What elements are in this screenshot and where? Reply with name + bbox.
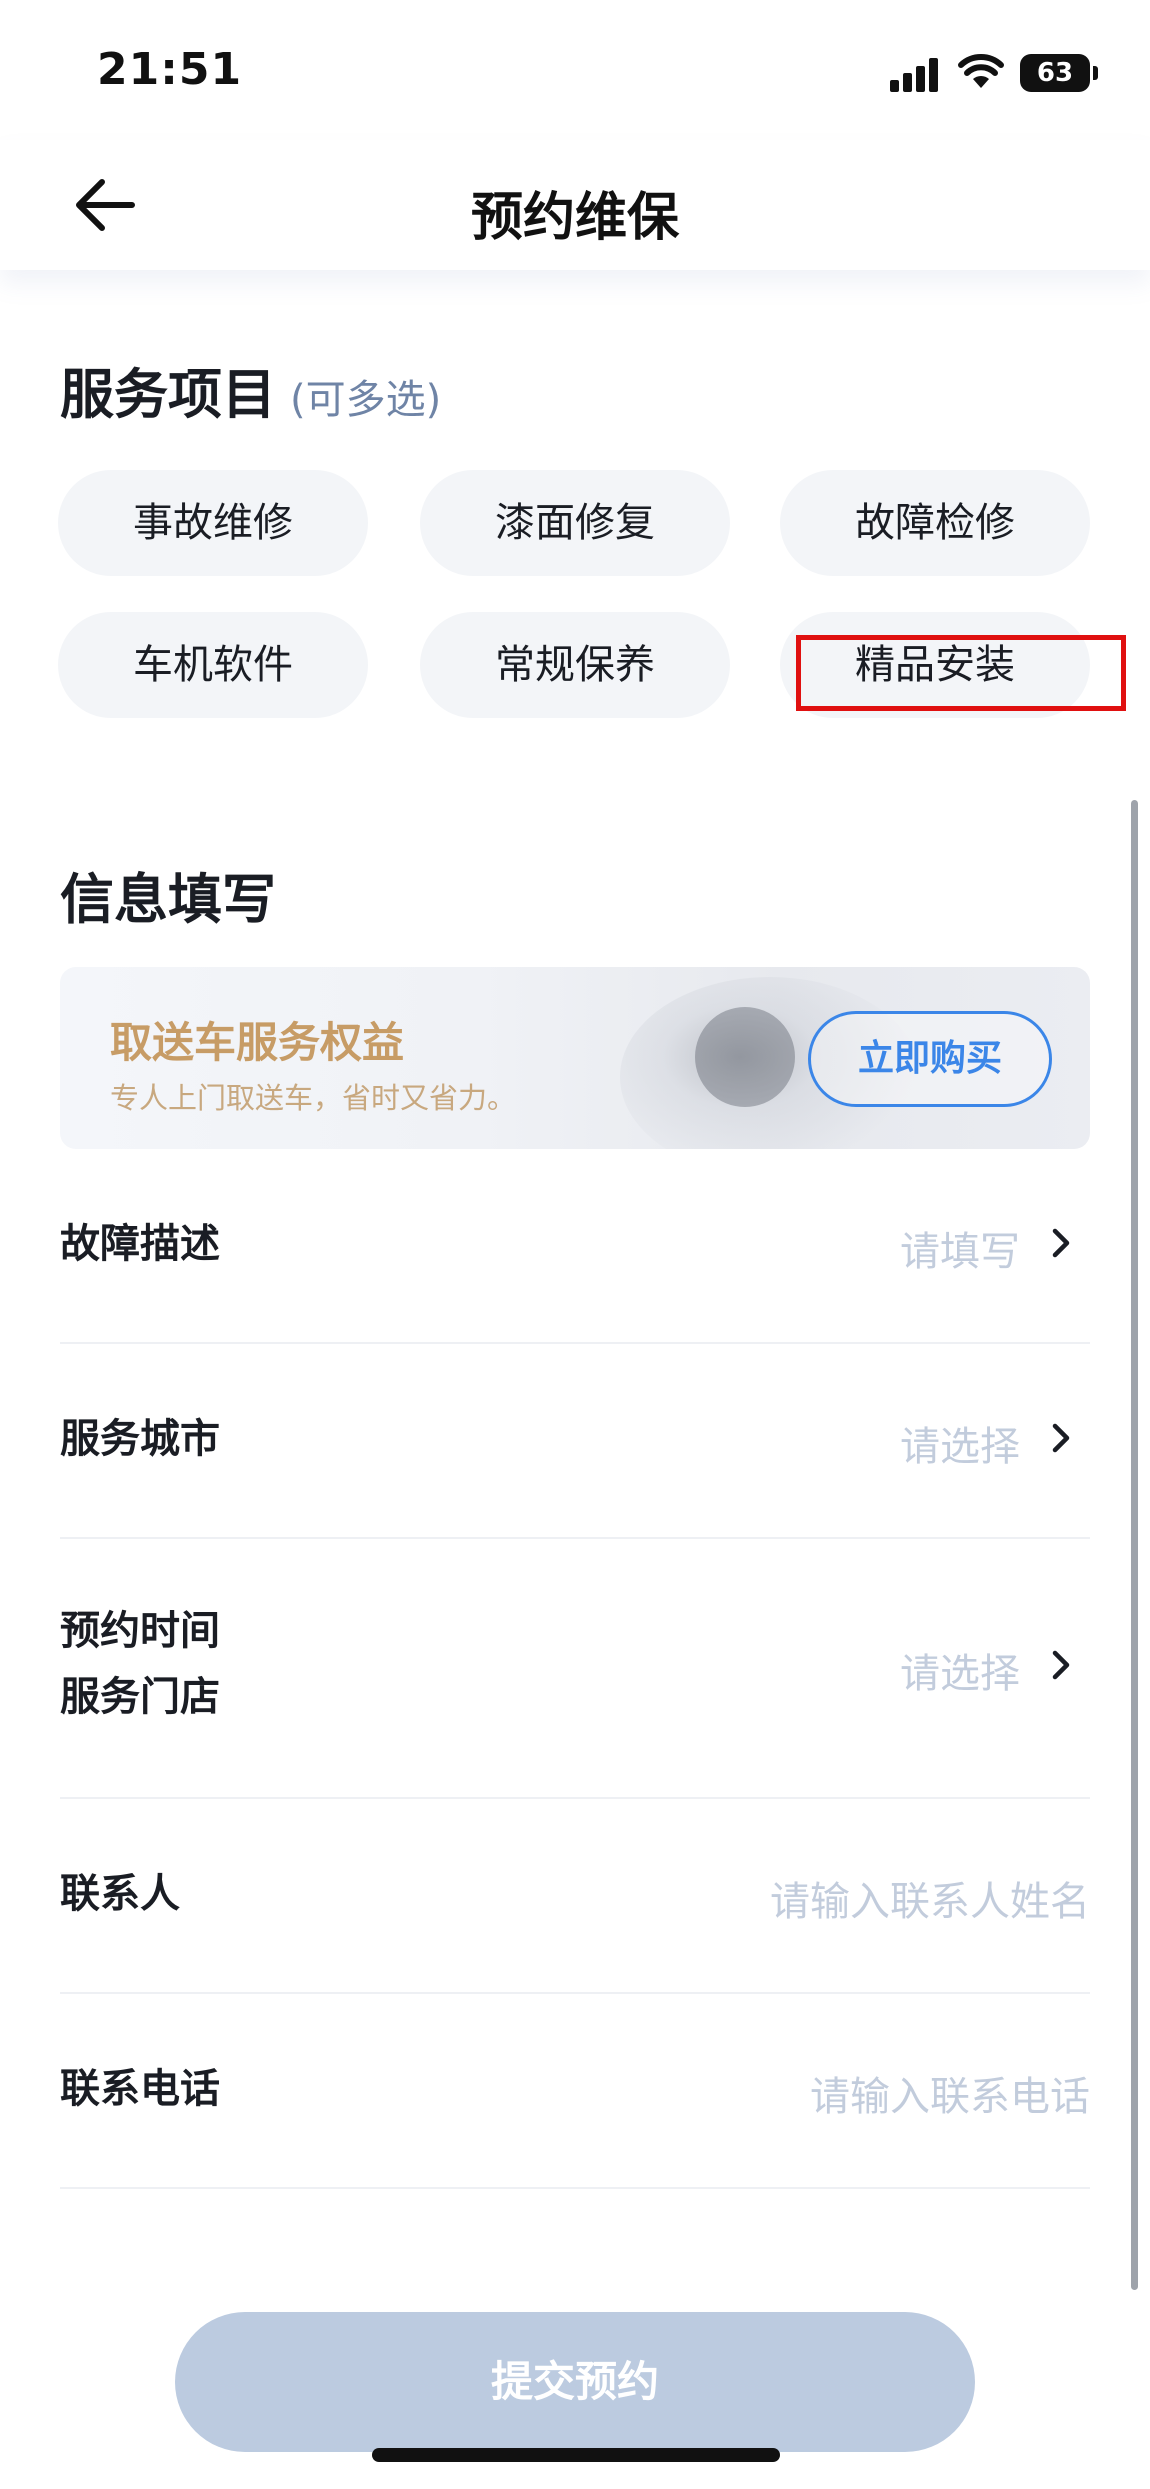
row-label-store: 服务门店 xyxy=(60,1674,220,1720)
form-row-contact-phone[interactable]: 联系电话 请输入联系电话 xyxy=(60,1994,1090,2189)
services-title: 服务项目 xyxy=(60,363,276,426)
nav-bar: 预约维保 xyxy=(0,140,1150,270)
steering-wheel-image xyxy=(695,1007,795,1107)
pickup-service-banner[interactable]: 取送车服务权益 专人上门取送车，省时又省力。 立即购买 xyxy=(60,967,1090,1149)
status-time: 21:51 xyxy=(97,44,243,95)
form-row-contact-name[interactable]: 联系人 请输入联系人姓名 xyxy=(60,1799,1090,1994)
contact-name-input[interactable]: 请输入联系人姓名 xyxy=(770,1869,1090,1927)
chevron-right-icon xyxy=(1052,1650,1070,1680)
home-indicator xyxy=(372,2448,780,2462)
wifi-icon xyxy=(958,54,1004,88)
row-label-time: 预约时间 xyxy=(60,1608,220,1654)
row-label: 联系人 xyxy=(60,1871,180,1917)
banner-title: 取送车服务权益 xyxy=(110,1018,405,1067)
row-label: 故障描述 xyxy=(60,1221,220,1267)
service-chip-accessory-install[interactable]: 精品安装 xyxy=(780,612,1090,718)
form-row-time-and-store[interactable]: 预约时间 服务门店 请选择 xyxy=(60,1539,1090,1799)
banner-subtitle: 专人上门取送车，省时又省力。 xyxy=(110,1081,517,1115)
info-section-title: 信息填写 xyxy=(60,868,276,931)
service-chip-paint-repair[interactable]: 漆面修复 xyxy=(420,470,730,576)
row-value: 请填写 xyxy=(900,1229,1020,1275)
cellular-signal-icon xyxy=(890,58,940,92)
row-value: 请选择 xyxy=(900,1424,1020,1470)
form-row-fault-description[interactable]: 故障描述 请填写 xyxy=(60,1149,1090,1344)
row-value: 请选择 xyxy=(900,1651,1020,1697)
multi-select-hint: (可多选) xyxy=(290,377,442,423)
status-bar: 21:51 63 xyxy=(0,0,1150,140)
row-label: 联系电话 xyxy=(60,2066,220,2112)
services-section-title: 服务项目 (可多选) xyxy=(60,350,441,429)
form-row-service-city[interactable]: 服务城市 请选择 xyxy=(60,1344,1090,1539)
service-chip-routine-maintenance[interactable]: 常规保养 xyxy=(420,612,730,718)
battery-icon: 63 xyxy=(1020,54,1098,92)
contact-phone-input[interactable]: 请输入联系电话 xyxy=(810,2064,1090,2122)
service-chip-infotainment-software[interactable]: 车机软件 xyxy=(58,612,368,718)
submit-appointment-button[interactable]: 提交预约 xyxy=(175,2312,975,2452)
page-title: 预约维保 xyxy=(470,188,679,248)
chevron-right-icon xyxy=(1052,1228,1070,1258)
row-label: 服务城市 xyxy=(60,1416,220,1462)
buy-now-button[interactable]: 立即购买 xyxy=(808,1011,1052,1107)
scrollbar[interactable] xyxy=(1131,800,1138,2290)
service-chip-accident-repair[interactable]: 事故维修 xyxy=(58,470,368,576)
service-chip-fault-repair[interactable]: 故障检修 xyxy=(780,470,1090,576)
chevron-right-icon xyxy=(1052,1423,1070,1453)
